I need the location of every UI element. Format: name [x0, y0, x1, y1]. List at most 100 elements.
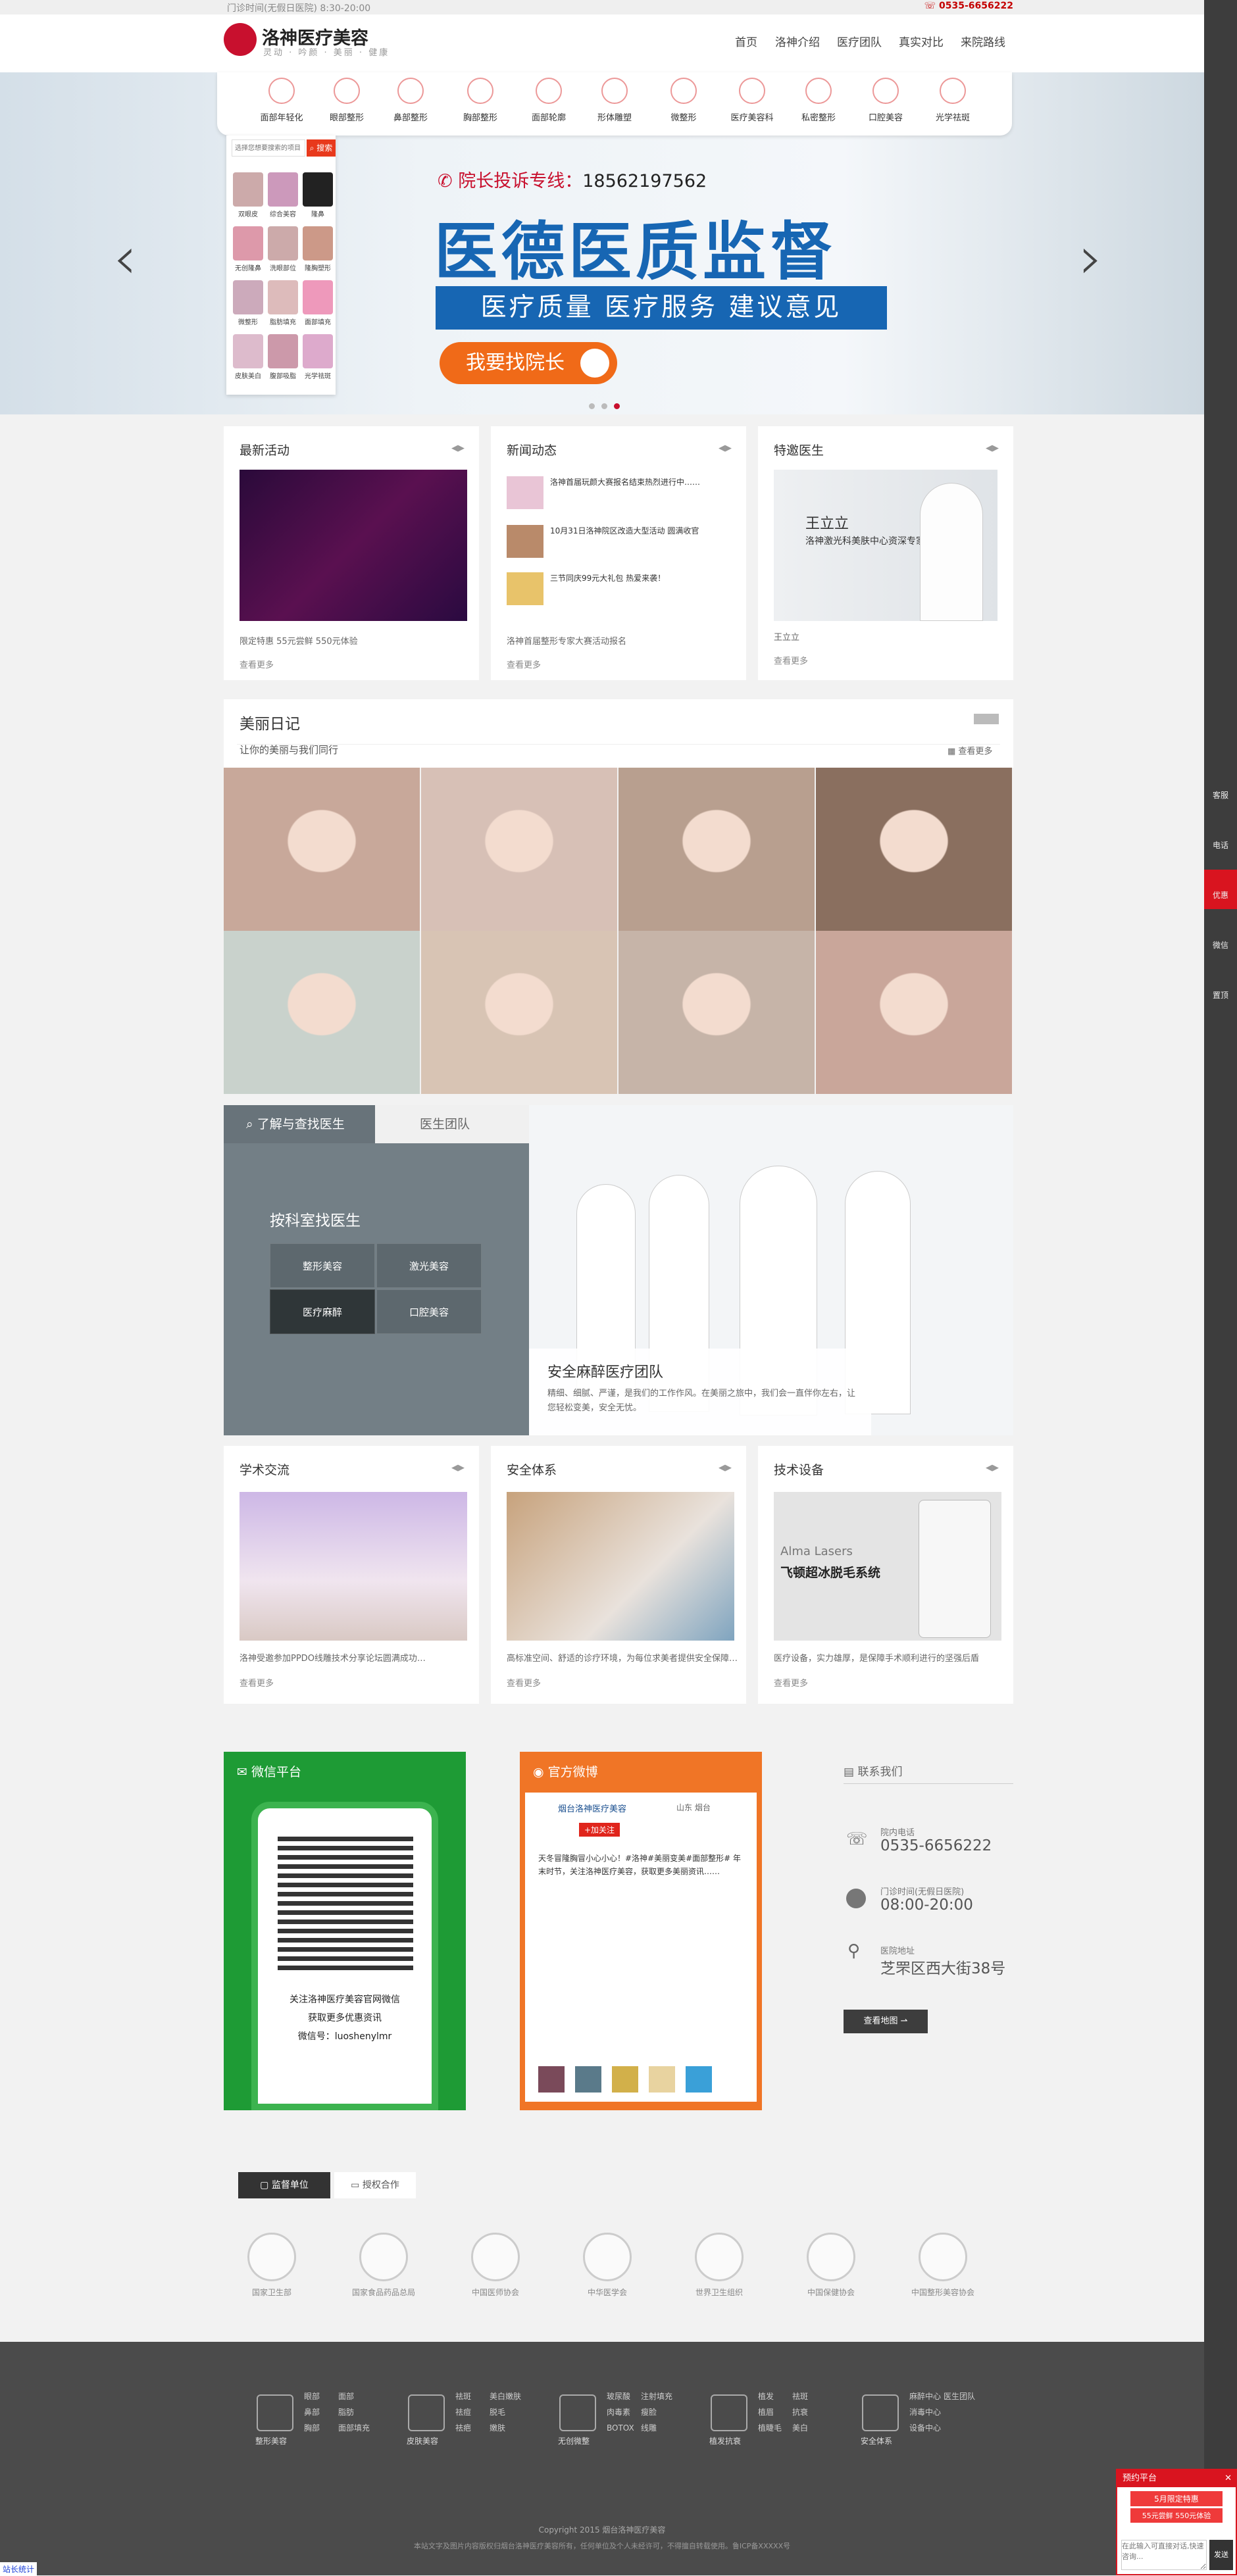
footer-link[interactable]: 线雕	[641, 2421, 657, 2436]
org-logo[interactable]: 国家食品药品总局	[347, 2233, 420, 2297]
footer-link[interactable]: 瘦脸	[641, 2405, 657, 2420]
footer-link[interactable]: 医生团队	[944, 2389, 975, 2404]
equipment-photo[interactable]: Alma Lasers 飞顿超冰脱毛系统	[774, 1492, 1001, 1641]
footer-link[interactable]: 玻尿酸	[607, 2389, 630, 2404]
project-thumb[interactable]: 面部填充	[303, 280, 333, 326]
slide-dot[interactable]	[601, 403, 607, 409]
diary-photo[interactable]	[421, 768, 617, 931]
footer-link[interactable]: 脂肪	[338, 2405, 354, 2420]
news-item[interactable]: 洛神首届玩颜大赛报名结束热烈进行中……	[507, 476, 734, 509]
footer-link[interactable]: 美白嫩肤	[490, 2389, 521, 2404]
cat-eye[interactable]: 眼部整形	[318, 78, 376, 123]
project-thumb[interactable]: 隆鼻	[303, 172, 333, 218]
footer-link[interactable]: 鼻部	[304, 2405, 320, 2420]
card-nav-icon[interactable]: ◀▶	[986, 443, 999, 453]
more-link[interactable]: 查看更多	[240, 1676, 274, 1689]
footer-col-head[interactable]: 无创微整	[558, 2435, 590, 2446]
news-item[interactable]: 三节同庆99元大礼包 热爱来袭！	[507, 572, 734, 605]
nav-compare[interactable]: 真实对比	[899, 33, 944, 49]
nav-home[interactable]: 首页	[735, 33, 757, 49]
nav-about[interactable]: 洛神介绍	[775, 33, 820, 49]
footer-link[interactable]: 眼部	[304, 2389, 320, 2404]
cat-breast[interactable]: 胸部整形	[451, 78, 509, 123]
org-logo[interactable]: 中华医学会	[571, 2233, 644, 2297]
project-thumb[interactable]: 双眼皮	[233, 172, 263, 218]
diary-photo[interactable]	[421, 931, 617, 1094]
footer-link[interactable]: 祛痘	[455, 2405, 471, 2420]
tab-find-doctor[interactable]: ⌕ 了解与查找医生	[224, 1105, 375, 1143]
project-thumb[interactable]: 无创隆鼻	[233, 226, 263, 272]
footer-link[interactable]: 胸部	[304, 2421, 320, 2436]
diary-photo[interactable]	[816, 768, 1012, 931]
diary-photo[interactable]	[224, 768, 420, 931]
doctor-photo[interactable]: 王立立 洛神激光科美肤中心资深专家	[774, 470, 997, 621]
diary-nav-icon[interactable]	[974, 714, 999, 724]
org-logo[interactable]: 中国医师协会	[459, 2233, 532, 2297]
footer-category-icon[interactable]	[408, 2394, 445, 2431]
weibo-thumb[interactable]	[575, 2066, 601, 2093]
dept-dental[interactable]: 口腔美容	[376, 1289, 482, 1334]
project-thumb[interactable]: 综合美容	[268, 172, 298, 218]
academic-photo[interactable]	[240, 1492, 467, 1641]
slide-dot-active[interactable]	[614, 403, 620, 409]
logo-icon[interactable]	[224, 23, 257, 56]
more-link[interactable]: 查看更多	[774, 1676, 808, 1689]
sidebar-phone[interactable]: 电话	[1204, 820, 1237, 859]
news-item[interactable]: 10月31日洛神院区改造大型活动 圆满收官	[507, 525, 734, 558]
map-button[interactable]: 查看地图 ⇀	[844, 2010, 928, 2033]
card-nav-icon[interactable]: ◀▶	[986, 1463, 999, 1473]
team-photo[interactable]: 安全麻醉医疗团队 精细、细腻、严谨，是我们的工作作风。在美丽之旅中，我们会一直伴…	[529, 1105, 1013, 1435]
find-director-button[interactable]: 我要找院长	[440, 342, 617, 384]
footer-category-icon[interactable]	[559, 2394, 596, 2431]
tab-supervisors[interactable]: ▢ 监督单位	[238, 2172, 330, 2198]
send-button[interactable]: 发送	[1209, 2540, 1233, 2570]
weibo-thumb[interactable]	[686, 2066, 712, 2093]
sidebar-promo[interactable]: 优惠	[1204, 870, 1237, 909]
footer-link[interactable]: 麻醉中心	[909, 2389, 941, 2404]
weibo-account[interactable]: 烟台洛神医疗美容	[558, 1802, 626, 1814]
footer-link[interactable]: 抗衰	[792, 2405, 808, 2420]
stat-link[interactable]: 站长统计	[0, 2562, 38, 2576]
footer-link[interactable]: 植眉	[758, 2405, 774, 2420]
nav-team[interactable]: 医疗团队	[837, 33, 882, 49]
footer-link[interactable]: 植睫毛	[758, 2421, 782, 2436]
card-nav-icon[interactable]: ◀▶	[451, 1463, 465, 1473]
footer-link[interactable]: 消毒中心	[909, 2405, 941, 2420]
cat-dental[interactable]: 口腔美容	[857, 78, 915, 123]
diary-photo[interactable]	[816, 931, 1012, 1094]
diary-photo[interactable]	[224, 931, 420, 1094]
search-button[interactable]: ⌕ 搜索	[307, 139, 336, 157]
footer-link[interactable]: 面部填充	[338, 2421, 370, 2436]
popup-promo[interactable]: 5月限定特惠 55元尝鲜 550元体验	[1117, 2491, 1236, 2523]
org-logo[interactable]: 中国整形美容协会	[907, 2233, 979, 2297]
footer-link[interactable]: 面部	[338, 2389, 354, 2404]
prev-slide-icon[interactable]: ‹	[113, 224, 137, 293]
footer-link[interactable]: 肉毒素	[607, 2405, 630, 2420]
more-link[interactable]: 查看更多	[774, 654, 808, 666]
cat-micro[interactable]: 微整形	[655, 78, 713, 123]
org-logo[interactable]: 国家卫生部	[236, 2233, 308, 2297]
footer-link[interactable]: 美白	[792, 2421, 808, 2436]
cat-laser[interactable]: 光学祛斑	[924, 78, 982, 123]
qr-code[interactable]	[278, 1835, 413, 1970]
sidebar-wechat[interactable]: 微信	[1204, 920, 1237, 959]
cat-nose[interactable]: 鼻部整形	[382, 78, 440, 123]
weibo-thumb[interactable]	[538, 2066, 565, 2093]
card-nav-icon[interactable]: ◀▶	[719, 1463, 732, 1473]
cat-face-young[interactable]: 面部年轻化	[253, 78, 311, 123]
footer-category-icon[interactable]	[862, 2394, 899, 2431]
footer-col-head[interactable]: 安全体系	[861, 2435, 892, 2446]
weibo-thumb[interactable]	[612, 2066, 638, 2093]
footer-link[interactable]: 祛斑	[792, 2389, 808, 2404]
footer-link[interactable]: 植发	[758, 2389, 774, 2404]
cat-private[interactable]: 私密整形	[790, 78, 847, 123]
footer-link[interactable]: 祛斑	[455, 2389, 471, 2404]
slide-dot[interactable]	[589, 403, 595, 409]
footer-link[interactable]: 脱毛	[490, 2405, 505, 2420]
dept-laser[interactable]: 激光美容	[376, 1243, 482, 1288]
search-input[interactable]	[232, 139, 305, 157]
org-logo[interactable]: 中国保健协会	[795, 2233, 867, 2297]
cat-body[interactable]: 形体雕塑	[586, 78, 644, 123]
project-thumb[interactable]: 皮肤美白	[233, 334, 263, 380]
footer-link[interactable]: 嫩肤	[490, 2421, 505, 2436]
